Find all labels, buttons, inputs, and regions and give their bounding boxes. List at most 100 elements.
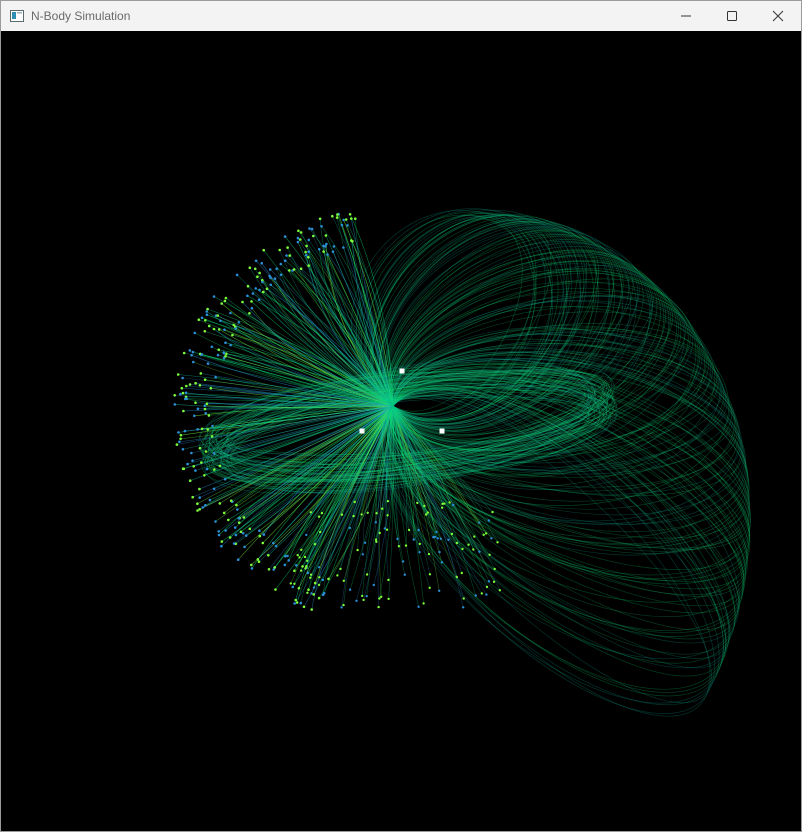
particle <box>200 316 204 320</box>
particle <box>350 217 353 220</box>
particle <box>304 253 308 257</box>
particle <box>317 248 321 251</box>
massive-body <box>359 428 365 434</box>
particle <box>297 586 301 590</box>
particle <box>232 542 236 545</box>
particle <box>292 268 296 271</box>
particle <box>217 533 221 537</box>
particle <box>175 443 179 446</box>
close-button[interactable] <box>755 1 801 31</box>
particle <box>348 213 352 216</box>
particle <box>251 292 255 295</box>
particle <box>299 267 303 270</box>
particle <box>335 216 339 219</box>
particle <box>348 588 352 591</box>
particle <box>244 534 248 537</box>
particle <box>205 310 208 313</box>
minimize-button[interactable] <box>663 1 709 31</box>
particle <box>182 409 185 413</box>
particle <box>173 394 176 397</box>
particle <box>269 283 273 287</box>
particle <box>207 324 211 328</box>
particle <box>375 512 378 515</box>
particle <box>257 298 261 302</box>
maximize-icon <box>727 11 737 21</box>
particle <box>210 435 214 438</box>
particle <box>404 544 408 547</box>
particle <box>339 567 342 571</box>
particle <box>302 605 306 609</box>
particle <box>177 431 180 434</box>
particle <box>203 407 207 411</box>
particle <box>198 384 202 387</box>
close-icon <box>772 10 784 22</box>
particle <box>299 238 302 241</box>
particle <box>218 464 222 468</box>
particle <box>220 540 224 543</box>
particle <box>362 598 365 602</box>
particle <box>250 306 254 310</box>
particle <box>478 521 481 524</box>
particle <box>248 312 251 315</box>
particle <box>356 548 359 552</box>
particle <box>490 537 493 540</box>
particle <box>462 597 465 600</box>
particle <box>306 591 309 594</box>
particle <box>307 250 311 253</box>
particle <box>293 602 296 605</box>
particle <box>217 328 221 331</box>
particle <box>184 391 188 395</box>
particle <box>491 510 494 514</box>
particle <box>182 467 186 471</box>
particle <box>235 273 239 277</box>
massive-body <box>399 368 405 374</box>
particle <box>283 259 287 262</box>
particle <box>418 542 421 546</box>
particle <box>203 378 207 382</box>
particle <box>188 479 192 483</box>
particle <box>262 290 265 294</box>
particle <box>246 294 249 298</box>
particle <box>198 496 201 499</box>
particle <box>186 462 189 466</box>
particle <box>190 451 193 455</box>
particle <box>296 240 300 244</box>
particle <box>191 495 194 499</box>
particle <box>378 597 381 600</box>
particle <box>480 592 483 595</box>
particle <box>422 602 425 605</box>
particle <box>181 448 185 451</box>
particle <box>193 331 197 335</box>
particle <box>225 352 228 356</box>
particle <box>318 576 321 579</box>
particle <box>205 313 209 317</box>
particle <box>360 513 363 516</box>
particle <box>250 567 254 570</box>
simulation-canvas[interactable] <box>1 31 801 831</box>
particle <box>304 250 307 254</box>
particle <box>440 561 444 564</box>
particle <box>204 450 208 453</box>
particle <box>200 353 204 356</box>
particle <box>482 533 485 536</box>
particle <box>288 254 292 257</box>
particle <box>268 268 272 271</box>
simulation-render <box>173 208 751 717</box>
particle <box>224 529 227 532</box>
particle <box>213 468 216 471</box>
particle <box>185 397 188 401</box>
particle <box>427 552 431 556</box>
particle <box>194 381 197 385</box>
particle <box>194 401 197 405</box>
particle <box>385 528 389 531</box>
particle <box>196 428 199 431</box>
particle <box>190 354 193 357</box>
particle <box>313 581 317 585</box>
particle <box>387 597 390 601</box>
maximize-button[interactable] <box>709 1 755 31</box>
particle <box>219 319 222 323</box>
title-bar[interactable]: N-Body Simulation <box>1 1 801 31</box>
particle <box>214 520 217 523</box>
particle <box>204 504 207 507</box>
particle <box>397 545 401 548</box>
